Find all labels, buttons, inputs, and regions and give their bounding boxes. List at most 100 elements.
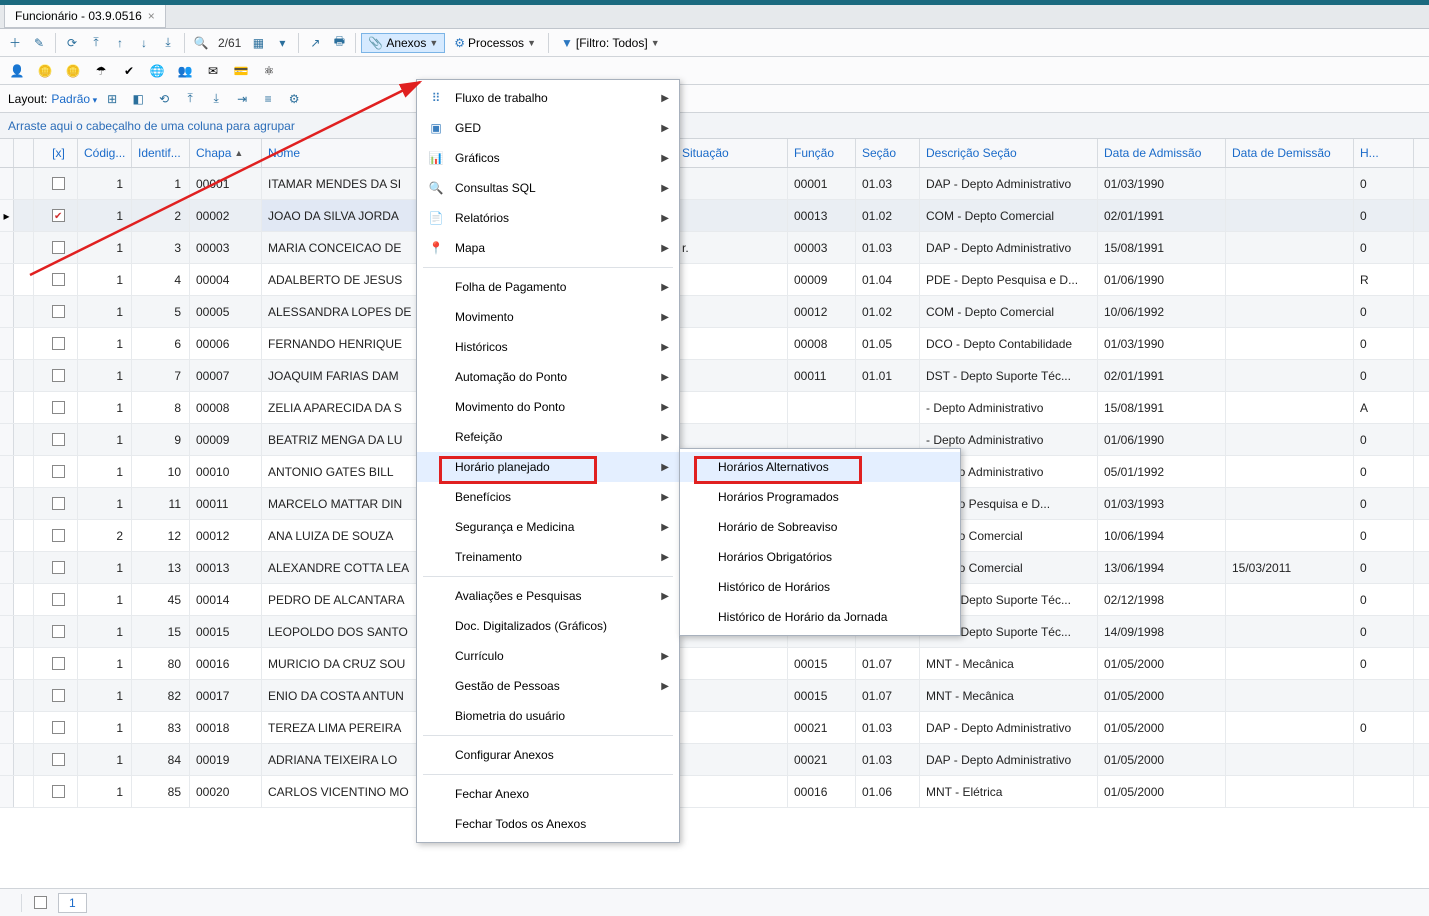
menu-item[interactable]: Histórico de Horários bbox=[680, 572, 960, 602]
umbrella-icon[interactable]: ☂ bbox=[88, 58, 114, 84]
close-icon[interactable]: × bbox=[148, 9, 155, 23]
menu-item[interactable]: Horários Alternativos bbox=[680, 452, 960, 482]
layout-btn-3[interactable]: ⟲ bbox=[153, 88, 175, 110]
menu-item[interactable]: Segurança e Medicina▶ bbox=[417, 512, 679, 542]
col-situacao[interactable]: Situação bbox=[676, 139, 788, 167]
row-checkbox[interactable] bbox=[34, 360, 78, 391]
row-checkbox[interactable] bbox=[34, 680, 78, 711]
col-selector-gutter[interactable] bbox=[14, 139, 34, 167]
menu-item[interactable]: 📍Mapa▶ bbox=[417, 233, 679, 263]
menu-item[interactable]: Configurar Anexos bbox=[417, 740, 679, 770]
menu-item[interactable]: Benefícios▶ bbox=[417, 482, 679, 512]
col-secao[interactable]: Seção bbox=[856, 139, 920, 167]
table-row[interactable]: 18200017ENIO DA COSTA ANTUN0001501.07MNT… bbox=[0, 680, 1429, 712]
col-desc-secao[interactable]: Descrição Seção bbox=[920, 139, 1098, 167]
layout-btn-2[interactable]: ◧ bbox=[127, 88, 149, 110]
menu-item[interactable]: Currículo▶ bbox=[417, 641, 679, 671]
row-checkbox[interactable] bbox=[34, 200, 78, 231]
layout-selector[interactable]: Padrão ▾ bbox=[51, 92, 97, 106]
menu-item[interactable]: 🔍Consultas SQL▶ bbox=[417, 173, 679, 203]
menu-item[interactable]: Automação do Ponto▶ bbox=[417, 362, 679, 392]
row-checkbox[interactable] bbox=[34, 616, 78, 647]
grid-dd-icon[interactable]: ▾ bbox=[271, 32, 293, 54]
next-button[interactable]: ↓ bbox=[133, 32, 155, 54]
first-button[interactable]: ⤒ bbox=[85, 32, 107, 54]
col-check[interactable]: [x] bbox=[34, 139, 78, 167]
export-button[interactable]: ↗ bbox=[304, 32, 326, 54]
menu-item[interactable]: Folha de Pagamento▶ bbox=[417, 272, 679, 302]
menu-item[interactable]: Horário planejado▶ bbox=[417, 452, 679, 482]
table-row[interactable]: 18500020CARLOS VICENTINO MO0001601.06MNT… bbox=[0, 776, 1429, 808]
row-checkbox[interactable] bbox=[34, 648, 78, 679]
edit-button[interactable]: ✎ bbox=[28, 32, 50, 54]
add-button[interactable]: ＋ bbox=[4, 32, 26, 54]
table-row[interactable]: 18400019ADRIANA TEIXEIRA LO0002101.03DAP… bbox=[0, 744, 1429, 776]
menu-item[interactable]: Horário de Sobreaviso bbox=[680, 512, 960, 542]
grid-icon[interactable]: ▦ bbox=[247, 32, 269, 54]
row-checkbox[interactable] bbox=[34, 584, 78, 615]
menu-item[interactable]: Fechar Anexo bbox=[417, 779, 679, 809]
row-checkbox[interactable] bbox=[34, 328, 78, 359]
search-button[interactable]: 🔍 bbox=[190, 32, 212, 54]
tab-funcionario[interactable]: Funcionário - 03.9.0516 × bbox=[4, 5, 166, 28]
table-row[interactable]: 1700007JOAQUIM FARIAS DAM0001101.01DST -… bbox=[0, 360, 1429, 392]
table-row[interactable]: ▸1200002JOAO DA SILVA JORDA0001301.02COM… bbox=[0, 200, 1429, 232]
col-h[interactable]: H... bbox=[1354, 139, 1414, 167]
atom-icon[interactable]: ⚛ bbox=[256, 58, 282, 84]
users-icon[interactable]: 👥 bbox=[172, 58, 198, 84]
col-funcao[interactable]: Função bbox=[788, 139, 856, 167]
row-checkbox[interactable] bbox=[34, 424, 78, 455]
card-icon[interactable]: 💳 bbox=[228, 58, 254, 84]
table-row[interactable]: 1300003MARIA CONCEICAO DEr.0000301.03DAP… bbox=[0, 232, 1429, 264]
row-checkbox[interactable] bbox=[34, 392, 78, 423]
group-bar[interactable]: Arraste aqui o cabeçalho de uma coluna p… bbox=[0, 113, 1429, 139]
layout-btn-5[interactable]: ⤓ bbox=[205, 88, 227, 110]
processos-dropdown[interactable]: ⚙ Processos ▼ bbox=[447, 33, 543, 53]
table-row[interactable]: 18000016MURICIO DA CRUZ SOU0001501.07MNT… bbox=[0, 648, 1429, 680]
layout-btn-4[interactable]: ⤒ bbox=[179, 88, 201, 110]
menu-item[interactable]: 📊Gráficos▶ bbox=[417, 143, 679, 173]
menu-item[interactable]: Gestão de Pessoas▶ bbox=[417, 671, 679, 701]
table-row[interactable]: 1800008ZELIA APARECIDA DA S- Depto Admin… bbox=[0, 392, 1429, 424]
row-checkbox[interactable] bbox=[34, 264, 78, 295]
last-button[interactable]: ⤓ bbox=[157, 32, 179, 54]
menu-item[interactable]: Biometria do usuário bbox=[417, 701, 679, 731]
menu-item[interactable]: Movimento do Ponto▶ bbox=[417, 392, 679, 422]
row-checkbox[interactable] bbox=[34, 296, 78, 327]
world-icon[interactable]: 🌐 bbox=[144, 58, 170, 84]
print-button[interactable]: 🖶 bbox=[328, 32, 350, 54]
check-icon[interactable]: ✔ bbox=[116, 58, 142, 84]
menu-item[interactable]: ▣GED▶ bbox=[417, 113, 679, 143]
menu-item[interactable]: Horários Programados bbox=[680, 482, 960, 512]
menu-item[interactable]: ⠿Fluxo de trabalho▶ bbox=[417, 83, 679, 113]
menu-item[interactable]: Movimento▶ bbox=[417, 302, 679, 332]
col-demissao[interactable]: Data de Demissão bbox=[1226, 139, 1354, 167]
layout-btn-8[interactable]: ⚙ bbox=[283, 88, 305, 110]
menu-item[interactable]: Refeição▶ bbox=[417, 422, 679, 452]
row-checkbox[interactable] bbox=[34, 232, 78, 263]
menu-item[interactable]: Doc. Digitalizados (Gráficos) bbox=[417, 611, 679, 641]
row-checkbox[interactable] bbox=[34, 456, 78, 487]
menu-item[interactable]: Horários Obrigatórios bbox=[680, 542, 960, 572]
prev-button[interactable]: ↑ bbox=[109, 32, 131, 54]
col-admissao[interactable]: Data de Admissão bbox=[1098, 139, 1226, 167]
layout-btn-7[interactable]: ≡ bbox=[257, 88, 279, 110]
menu-item[interactable]: Histórico de Horário da Jornada bbox=[680, 602, 960, 632]
table-row[interactable]: 1500005ALESSANDRA LOPES DE0001201.02COM … bbox=[0, 296, 1429, 328]
user-block-icon[interactable]: 👤 bbox=[4, 58, 30, 84]
menu-item[interactable]: Históricos▶ bbox=[417, 332, 679, 362]
table-row[interactable]: 18300018TEREZA LIMA PEREIRA0002101.03DAP… bbox=[0, 712, 1429, 744]
table-row[interactable]: 1600006FERNANDO HENRIQUE0000801.05DCO - … bbox=[0, 328, 1429, 360]
col-codigo[interactable]: Códig... bbox=[78, 139, 132, 167]
menu-item[interactable]: Avaliações e Pesquisas▶ bbox=[417, 581, 679, 611]
page-number[interactable]: 1 bbox=[58, 893, 87, 913]
table-row[interactable]: 1400004ADALBERTO DE JESUS0000901.04PDE -… bbox=[0, 264, 1429, 296]
refresh-button[interactable]: ⟳ bbox=[61, 32, 83, 54]
table-row[interactable]: 1100001ITAMAR MENDES DA SI0000101.03DAP … bbox=[0, 168, 1429, 200]
menu-item[interactable]: Treinamento▶ bbox=[417, 542, 679, 572]
pager-check[interactable] bbox=[34, 896, 47, 909]
row-checkbox[interactable] bbox=[34, 488, 78, 519]
row-checkbox[interactable] bbox=[34, 520, 78, 551]
menu-item[interactable]: Fechar Todos os Anexos bbox=[417, 809, 679, 839]
filter-dropdown[interactable]: ▼ [Filtro: Todos] ▼ bbox=[554, 33, 667, 53]
